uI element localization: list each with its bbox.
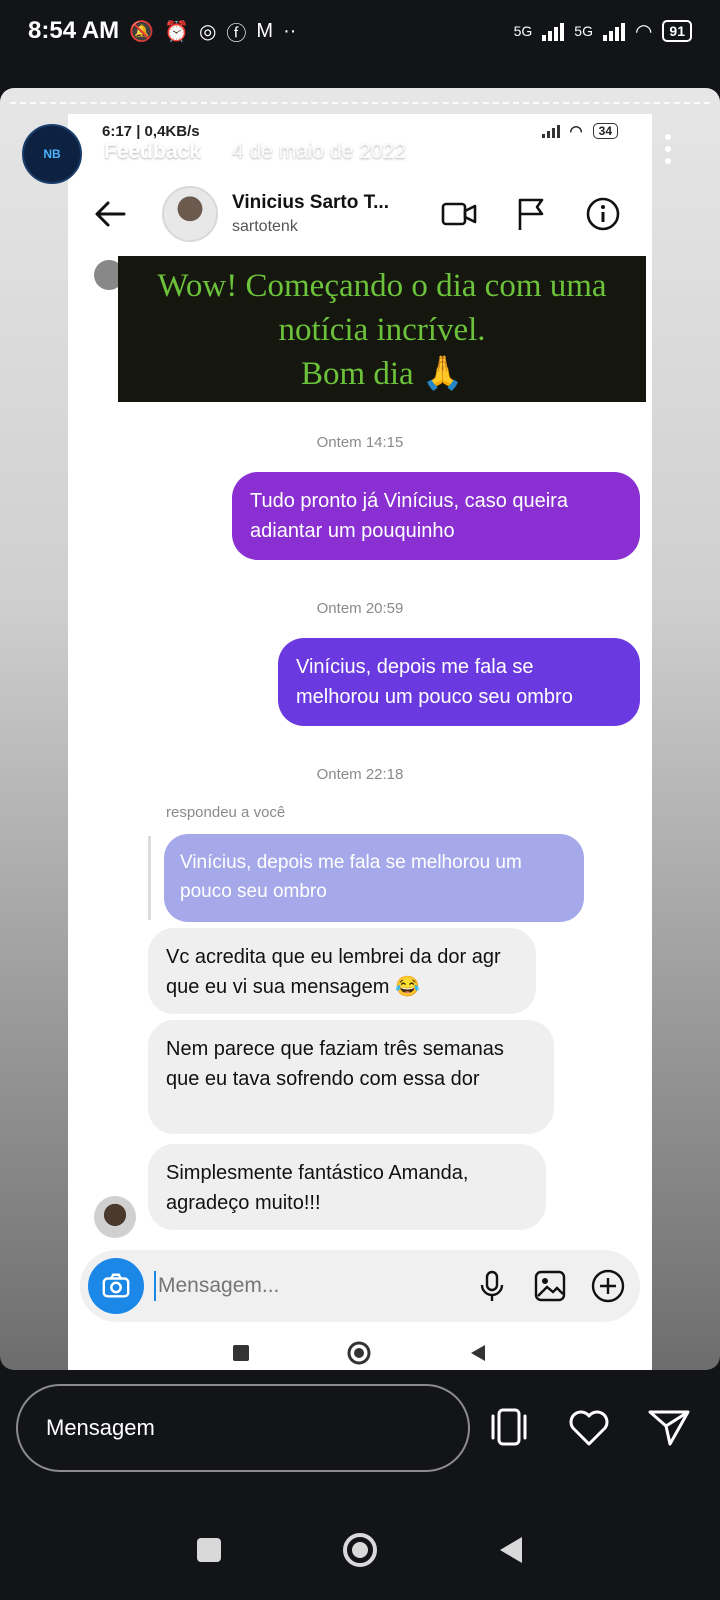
chat-header: Vinicius Sarto T... sartotenk: [68, 174, 652, 254]
outgoing-message-2: Vinícius, depois me fala se melhorou um …: [278, 638, 640, 726]
reels-icon[interactable]: [486, 1404, 532, 1450]
story-username[interactable]: Feedback: [104, 140, 201, 164]
contact-name[interactable]: Vinicius Sarto T...: [232, 192, 389, 214]
camera-button[interactable]: [88, 1258, 144, 1314]
story-account-avatar[interactable]: NB: [22, 124, 82, 184]
gmail-icon: M: [256, 19, 274, 42]
story-text-banner: Wow! Começando o dia com uma notícia inc…: [118, 256, 646, 402]
battery-indicator: 91: [662, 20, 692, 42]
banner-line-2: notícia incrível.: [278, 312, 486, 348]
contact-handle: sartotenk: [232, 218, 298, 235]
text-cursor: [154, 1271, 156, 1301]
gallery-icon[interactable]: [532, 1268, 568, 1304]
inner-wifi-icon: ◠: [569, 123, 583, 140]
back-button-icon[interactable]: [497, 1535, 525, 1565]
whatsapp-icon: ◎: [198, 20, 217, 43]
home-button-icon[interactable]: [341, 1531, 379, 1569]
timestamp-2: Ontem 20:59: [316, 600, 404, 617]
incoming-message-2: Nem parece que faziam três semanas que e…: [148, 1020, 554, 1134]
story-date: 4 de maio de 2022: [232, 140, 406, 163]
flag-icon[interactable]: [512, 195, 550, 233]
more-options-icon[interactable]: [662, 134, 674, 164]
story-reply-input[interactable]: Mensagem: [16, 1384, 470, 1472]
clock: 8:54 AM: [28, 17, 120, 44]
reply-label: respondeu a você: [166, 804, 286, 821]
more-notifications-icon: ··: [283, 19, 297, 42]
message-composer: [80, 1250, 640, 1322]
inner-back-icon: [471, 1345, 485, 1361]
incoming-message-3: Simplesmente fantástico Amanda, agradeço…: [148, 1144, 546, 1230]
heart-icon[interactable]: [566, 1404, 612, 1450]
inner-signal-icon: [541, 124, 560, 138]
inner-home-icon: [347, 1341, 371, 1365]
send-icon[interactable]: [646, 1404, 692, 1450]
banner-line-1: Wow! Começando o dia com uma: [157, 268, 607, 304]
story-screenshot: 6:17 | 0,4KB/s ◠ 34 Vinicius Sarto T... …: [68, 114, 652, 1370]
inner-status-left: 6:17 | 0,4KB/s: [102, 122, 200, 140]
microphone-icon[interactable]: [474, 1268, 510, 1304]
os-status-bar: 8:54 AM 🔕 ⏰ ◎ ⓕ M ·· 5G 5G ◠ 91: [0, 0, 720, 62]
video-call-icon[interactable]: [440, 195, 478, 233]
back-arrow-icon[interactable]: [90, 194, 130, 234]
facebook-icon: ⓕ: [226, 22, 247, 45]
story-progress-bar: [10, 102, 710, 104]
reply-quote: Vinícius, depois me fala se melhorou um …: [164, 834, 584, 922]
system-nav-bar: [0, 1500, 720, 1600]
signal-icon-2: [602, 21, 625, 41]
sender-avatar: [94, 1196, 136, 1238]
info-icon[interactable]: [584, 195, 622, 233]
incoming-message-1: Vc acredita que eu lembrei da dor agr qu…: [148, 928, 536, 1014]
inner-nav-bar: [68, 1336, 652, 1370]
add-icon[interactable]: [590, 1268, 626, 1304]
camera-icon: [102, 1273, 130, 1298]
wifi-icon: ◠: [634, 20, 653, 43]
signal-icon: [542, 21, 565, 41]
network-type-2: 5G: [574, 23, 593, 39]
notification-icons: 🔕 ⏰ ◎ ⓕ M ··: [129, 17, 296, 46]
timestamp-1: Ontem 14:15: [316, 434, 404, 451]
reply-indicator-bar: [148, 836, 151, 920]
banner-line-3: Bom dia 🙏: [300, 356, 464, 392]
network-type-1: 5G: [513, 23, 533, 39]
recents-button-icon[interactable]: [195, 1536, 223, 1564]
bell-off-icon: 🔕: [129, 20, 155, 43]
inner-battery: 34: [592, 123, 618, 139]
inner-recents-icon: [233, 1345, 249, 1361]
composer-input[interactable]: [158, 1274, 438, 1298]
outgoing-message-1: Tudo pronto já Vinícius, caso queira adi…: [232, 472, 640, 560]
story-viewer[interactable]: 6:17 | 0,4KB/s ◠ 34 Vinicius Sarto T... …: [0, 88, 720, 1370]
timestamp-3: Ontem 22:18: [316, 766, 404, 783]
contact-avatar[interactable]: [162, 186, 218, 242]
alarm-icon: ⏰: [164, 20, 189, 43]
